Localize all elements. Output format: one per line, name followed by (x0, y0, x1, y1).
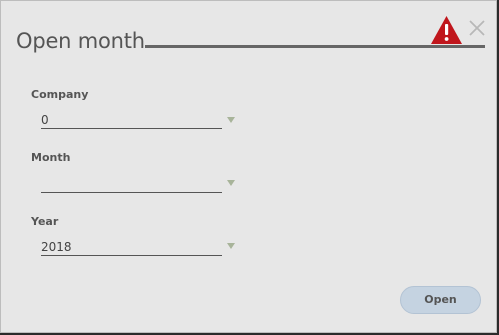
year-dropdown-arrow-icon[interactable] (227, 243, 235, 249)
title-divider (145, 45, 485, 48)
year-label: Year (31, 215, 59, 228)
company-value: 0 (41, 113, 49, 127)
close-icon[interactable] (467, 18, 487, 38)
company-label: Company (31, 88, 89, 101)
open-month-dialog: Open month Company 0 Month Year 2018 Ope… (0, 0, 497, 333)
dialog-title: Open month (16, 29, 145, 53)
warning-icon (431, 16, 462, 44)
year-value: 2018 (41, 240, 72, 254)
month-label: Month (31, 151, 71, 164)
month-dropdown-arrow-icon[interactable] (227, 180, 235, 186)
open-button[interactable]: Open (400, 286, 481, 314)
company-select[interactable]: 0 (41, 112, 222, 129)
company-dropdown-arrow-icon[interactable] (227, 117, 235, 123)
year-select[interactable]: 2018 (41, 239, 222, 256)
month-select[interactable] (41, 176, 222, 193)
